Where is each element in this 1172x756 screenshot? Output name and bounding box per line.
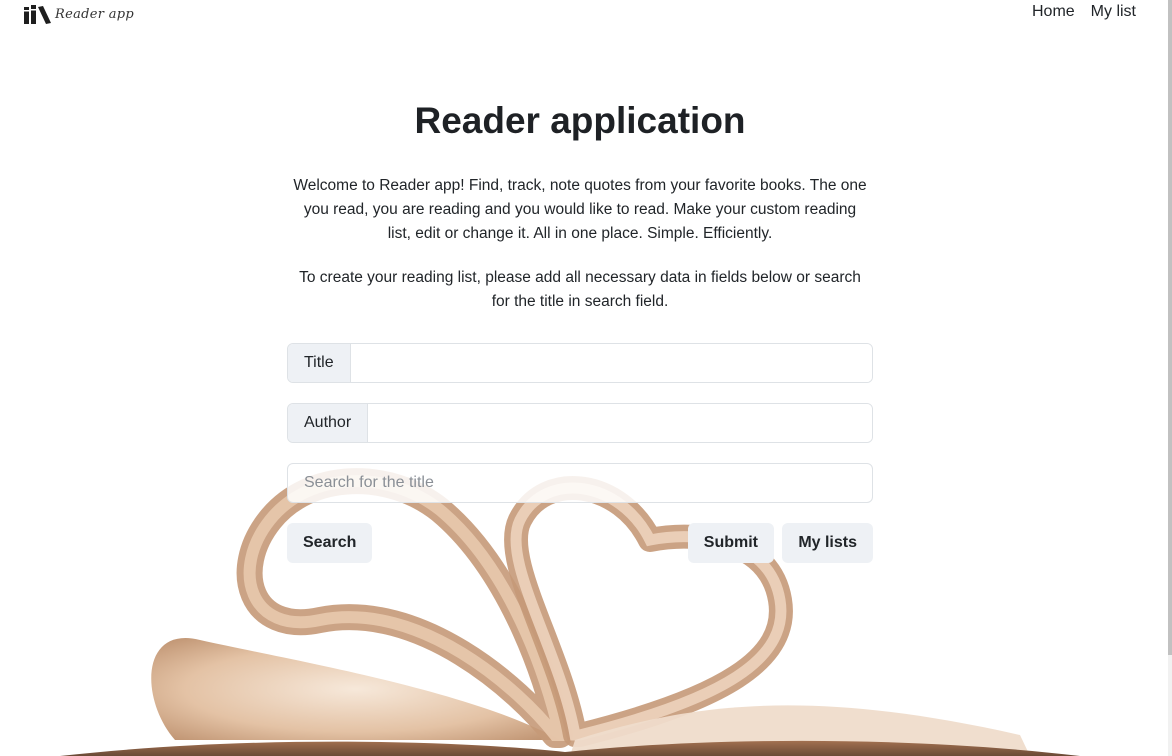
- books-logo-icon: [24, 5, 51, 24]
- nav-links: Home My list: [1032, 3, 1136, 21]
- nav-link-my-list[interactable]: My list: [1091, 3, 1136, 21]
- scrollbar-thumb[interactable]: [1168, 0, 1172, 655]
- brand[interactable]: Reader app: [23, 3, 134, 25]
- intro-paragraph-welcome: Welcome to Reader app! Find, track, note…: [293, 177, 867, 242]
- intro-paragraph-instructions: To create your reading list, please add …: [299, 269, 861, 310]
- title-label: Title: [288, 344, 351, 382]
- author-input[interactable]: [368, 404, 872, 442]
- search-button[interactable]: Search: [287, 523, 373, 563]
- page-title: Reader application: [414, 100, 746, 141]
- nav-link-home[interactable]: Home: [1032, 3, 1075, 21]
- title-input[interactable]: [350, 344, 872, 382]
- author-label: Author: [288, 404, 369, 442]
- title-input-group: Title: [287, 343, 873, 383]
- search-title-input[interactable]: [287, 463, 873, 503]
- my-lists-button[interactable]: My lists: [782, 523, 873, 563]
- brand-text: Reader app: [55, 6, 134, 22]
- author-input-group: Author: [287, 403, 873, 443]
- submit-button[interactable]: Submit: [687, 523, 774, 563]
- navbar: Reader app Home My list: [0, 0, 1165, 28]
